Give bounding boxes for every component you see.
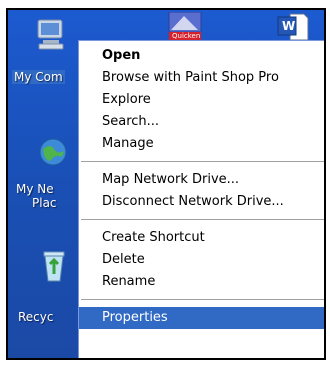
menu-separator <box>81 219 324 220</box>
context-menu: Open Browse with Paint Shop Pro Explore … <box>78 40 324 358</box>
recycle-bin-icon[interactable] <box>38 248 70 284</box>
menu-separator <box>81 299 324 300</box>
menu-item-rename[interactable]: Rename <box>79 271 324 293</box>
menu-item-search[interactable]: Search... <box>79 111 324 133</box>
my-network-places-label-line2[interactable]: Plac <box>32 196 57 210</box>
menu-item-properties[interactable]: Properties <box>79 307 324 329</box>
screenshot-frame: My Com My Ne Plac Recyc Quicken W Open B… <box>6 8 326 360</box>
quicken-badge-text: Quicken <box>172 32 201 40</box>
menu-item-delete[interactable]: Delete <box>79 249 324 271</box>
my-network-places-label-line1[interactable]: My Ne <box>16 182 54 196</box>
menu-item-map-network-drive[interactable]: Map Network Drive... <box>79 169 324 191</box>
menu-separator <box>81 161 324 162</box>
menu-item-open[interactable]: Open <box>79 45 324 67</box>
menu-item-disconnect-network-drive[interactable]: Disconnect Network Drive... <box>79 191 324 213</box>
my-computer-label[interactable]: My Com <box>12 70 65 84</box>
menu-item-explore[interactable]: Explore <box>79 89 324 111</box>
word-document-badge-text: W <box>282 19 296 33</box>
menu-item-browse-with-paint-shop-pro[interactable]: Browse with Paint Shop Pro <box>79 67 324 89</box>
menu-item-create-shortcut[interactable]: Create Shortcut <box>79 227 324 249</box>
my-network-places-icon[interactable] <box>36 135 70 169</box>
my-computer-icon[interactable] <box>34 18 68 52</box>
menu-item-manage[interactable]: Manage <box>79 133 324 155</box>
recycle-bin-label[interactable]: Recyc <box>18 310 53 324</box>
